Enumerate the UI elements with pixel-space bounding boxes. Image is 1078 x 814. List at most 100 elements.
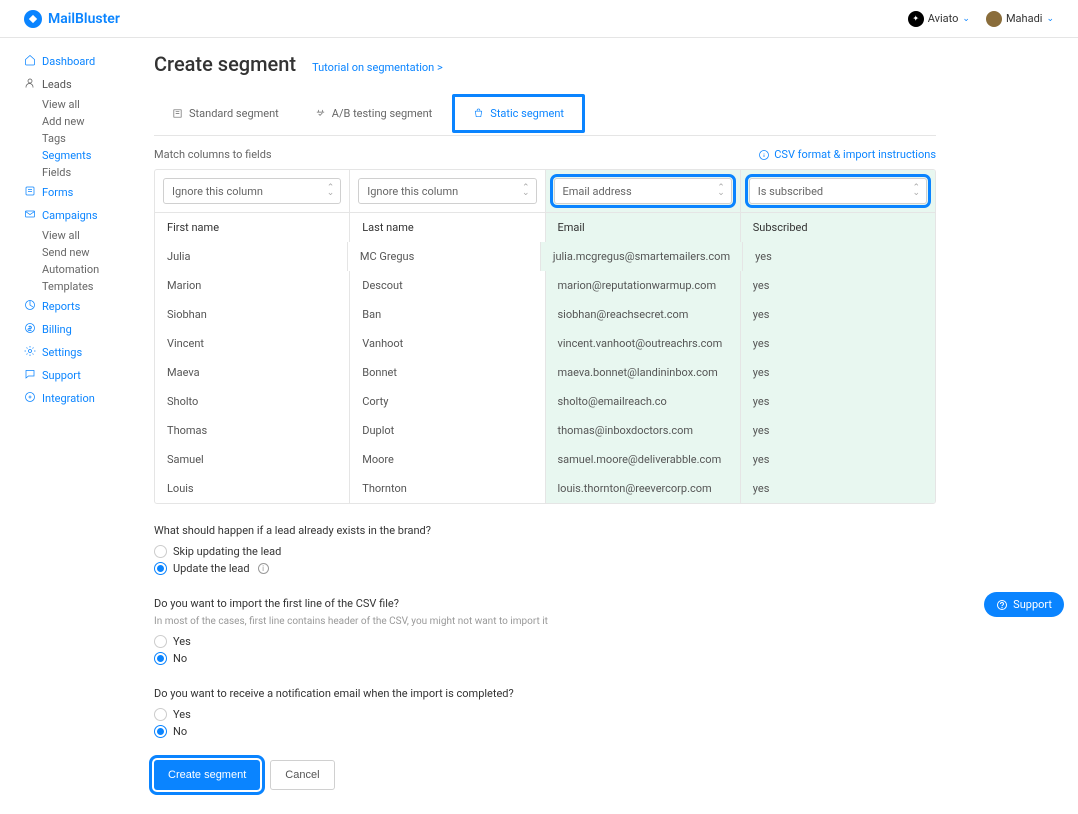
topbar-right: ✦ Aviato ⌄ Mahadi ⌄	[908, 11, 1054, 27]
column-mapping-select-2[interactable]: Email address⌃⌄	[554, 178, 732, 204]
sidebar-item-forms[interactable]: Forms	[24, 181, 140, 204]
tab-standard-segment[interactable]: Standard segment	[154, 92, 297, 135]
table-row: SholtoCortysholto@emailreach.coyes	[155, 387, 935, 416]
table-header-cell: Last name	[350, 213, 545, 242]
gear-icon	[24, 345, 36, 360]
info-icon[interactable]: i	[258, 563, 269, 574]
sidebar-item-dashboard[interactable]: Dashboard	[24, 50, 140, 73]
sidebar-subitem-automation[interactable]: Automation	[42, 261, 140, 278]
sidebar-subitem-templates[interactable]: Templates	[42, 278, 140, 295]
table-cell: Corty	[350, 387, 545, 416]
table-cell: thomas@inboxdoctors.com	[546, 416, 741, 445]
table-cell: Vanhoot	[350, 329, 545, 358]
import-table: Ignore this column⌃⌄ Ignore this column⌃⌄…	[154, 169, 936, 504]
org-switcher[interactable]: ✦ Aviato ⌄	[908, 11, 970, 27]
brand-logo[interactable]: MailBluster	[24, 10, 120, 28]
radio-icon	[154, 708, 167, 721]
sidebar-subitem-tags[interactable]: Tags	[42, 130, 140, 147]
org-icon: ✦	[908, 11, 924, 27]
radio-import-first-line-no[interactable]: No	[154, 650, 936, 667]
user-menu[interactable]: Mahadi ⌄	[986, 11, 1054, 27]
home-icon	[24, 54, 36, 69]
table-cell: Moore	[350, 445, 545, 474]
column-mapping-select-3[interactable]: Is subscribed⌃⌄	[749, 178, 927, 204]
form-icon	[24, 185, 36, 200]
support-fab[interactable]: Support	[984, 592, 1064, 617]
table-cell: louis.thornton@reevercorp.com	[546, 474, 741, 503]
mail-icon	[24, 208, 36, 223]
sidebar-item-reports[interactable]: Reports	[24, 295, 140, 318]
column-mapping-select-0[interactable]: Ignore this column⌃⌄	[163, 178, 341, 204]
tab-icon	[172, 108, 183, 119]
tab-a/b-testing-segment[interactable]: A/B testing segment	[297, 92, 451, 135]
dollar-icon	[24, 322, 36, 337]
radio-notify-yes[interactable]: Yes	[154, 706, 936, 723]
table-cell: yes	[741, 445, 935, 474]
sidebar-item-campaigns[interactable]: Campaigns	[24, 204, 140, 227]
table-cell: Louis	[155, 474, 350, 503]
brand-icon	[24, 10, 42, 28]
table-cell: Marion	[155, 271, 350, 300]
table-cell: Maeva	[155, 358, 350, 387]
radio-icon	[154, 545, 167, 558]
select-arrows-icon: ⌃⌄	[912, 186, 920, 196]
tab-static-segment[interactable]: Static segment	[455, 97, 582, 130]
table-cell: yes	[741, 416, 935, 445]
chevron-down-icon: ⌄	[1046, 14, 1054, 24]
table-header-cell: Email	[546, 213, 741, 242]
table-row: MarionDescoutmarion@reputationwarmup.com…	[155, 271, 935, 300]
question-existing-lead: What should happen if a lead already exi…	[154, 524, 936, 577]
table-cell: yes	[741, 387, 935, 416]
table-cell: samuel.moore@deliverabble.com	[546, 445, 741, 474]
chart-icon	[24, 299, 36, 314]
csv-instructions-link[interactable]: CSV format & import instructions	[758, 148, 936, 161]
sidebar-item-settings[interactable]: Settings	[24, 341, 140, 364]
page-title: Create segment	[154, 52, 296, 76]
table-cell: vincent.vanhoot@outreachrs.com	[546, 329, 741, 358]
match-columns-label: Match columns to fields	[154, 148, 272, 161]
org-name: Aviato	[928, 12, 959, 25]
radio-update-lead[interactable]: Update the lead i	[154, 560, 936, 577]
table-cell: Descout	[350, 271, 545, 300]
create-segment-button[interactable]: Create segment	[154, 760, 260, 790]
table-cell: Ban	[350, 300, 545, 329]
sidebar-subitem-add-new[interactable]: Add new	[42, 113, 140, 130]
radio-skip-lead[interactable]: Skip updating the lead	[154, 543, 936, 560]
table-row: VincentVanhootvincent.vanhoot@outreachrs…	[155, 329, 935, 358]
sidebar-subitem-send-new[interactable]: Send new	[42, 244, 140, 261]
radio-import-first-line-yes[interactable]: Yes	[154, 633, 936, 650]
chevron-down-icon: ⌄	[962, 14, 970, 24]
sidebar-subitem-view-all[interactable]: View all	[42, 227, 140, 244]
table-cell: Vincent	[155, 329, 350, 358]
table-cell: marion@reputationwarmup.com	[546, 271, 741, 300]
table-cell: Thornton	[350, 474, 545, 503]
topbar: MailBluster ✦ Aviato ⌄ Mahadi ⌄	[0, 0, 1078, 38]
table-cell: yes	[741, 329, 935, 358]
question-first-line: Do you want to import the first line of …	[154, 597, 936, 667]
table-cell: yes	[741, 300, 935, 329]
sidebar-subitem-view-all[interactable]: View all	[42, 96, 140, 113]
table-header-cell: First name	[155, 213, 350, 242]
table-cell: Samuel	[155, 445, 350, 474]
table-row: SiobhanBansiobhan@reachsecret.comyes	[155, 300, 935, 329]
tutorial-link[interactable]: Tutorial on segmentation >	[312, 61, 443, 74]
sidebar-subitem-fields[interactable]: Fields	[42, 164, 140, 181]
sidebar-subitem-segments[interactable]: Segments	[42, 147, 140, 164]
brand-name: MailBluster	[48, 11, 120, 27]
column-mapping-select-1[interactable]: Ignore this column⌃⌄	[358, 178, 536, 204]
table-cell: yes	[741, 271, 935, 300]
radio-notify-no[interactable]: No	[154, 723, 936, 740]
question-notification: Do you want to receive a notification em…	[154, 687, 936, 740]
sidebar-item-integration[interactable]: Integration	[24, 387, 140, 410]
user-name: Mahadi	[1006, 12, 1043, 25]
select-arrows-icon: ⌃⌄	[327, 186, 335, 196]
table-cell: Sholto	[155, 387, 350, 416]
sidebar-item-leads[interactable]: Leads	[24, 73, 140, 96]
sidebar-item-support[interactable]: Support	[24, 364, 140, 387]
cancel-button[interactable]: Cancel	[270, 760, 334, 790]
sidebar-item-billing[interactable]: Billing	[24, 318, 140, 341]
select-arrows-icon: ⌃⌄	[717, 186, 725, 196]
table-cell: Duplot	[350, 416, 545, 445]
table-row: JuliaMC Gregusjulia.mcgregus@smartemaile…	[155, 242, 935, 271]
segment-type-tabs: Standard segmentA/B testing segmentStati…	[154, 92, 936, 136]
